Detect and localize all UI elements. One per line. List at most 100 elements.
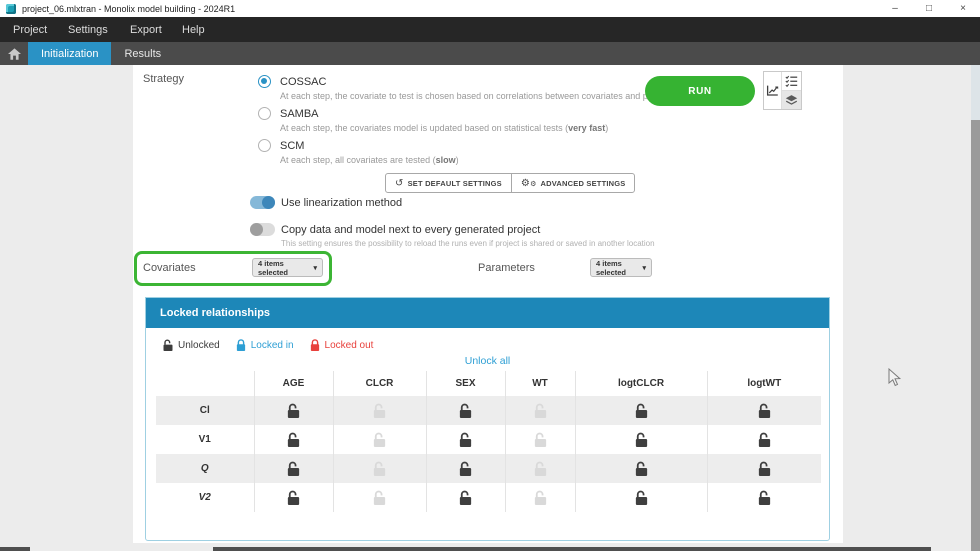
tab-bar: Initialization Results (0, 42, 980, 65)
layers-icon (785, 94, 798, 106)
unlocked-icon[interactable] (634, 431, 649, 448)
tab-results[interactable]: Results (111, 42, 174, 65)
vertical-scrollbar[interactable] (971, 65, 980, 551)
main-viewport: Strategy COSSAC At each step, the covari… (0, 65, 980, 551)
lock-cell[interactable] (575, 396, 707, 425)
layers-button[interactable] (782, 91, 801, 110)
unlocked-icon (372, 489, 387, 506)
unlocked-icon[interactable] (458, 460, 473, 477)
maximize-button[interactable]: □ (912, 0, 946, 17)
tab-initialization[interactable]: Initialization (28, 42, 111, 65)
run-button[interactable]: RUN (645, 76, 755, 106)
menu-project[interactable]: Project (13, 24, 68, 36)
copy-data-toggle[interactable] (250, 223, 275, 236)
unlocked-icon[interactable] (757, 460, 772, 477)
menu-help[interactable]: Help (182, 24, 222, 36)
menu-export[interactable]: Export (130, 24, 182, 36)
unlocked-icon[interactable] (458, 489, 473, 506)
content-card: Strategy COSSAC At each step, the covari… (133, 65, 843, 543)
linearization-toggle[interactable] (250, 196, 275, 209)
lock-cell[interactable] (426, 454, 505, 483)
unlocked-icon[interactable] (286, 431, 301, 448)
reset-icon: ↺ (395, 178, 404, 189)
lock-cell[interactable] (575, 454, 707, 483)
home-icon (8, 48, 21, 60)
covariates-dropdown[interactable]: 4 items selected ▾ (252, 258, 323, 277)
unlocked-icon[interactable] (286, 489, 301, 506)
unlocked-icon[interactable] (458, 402, 473, 419)
advanced-settings-button[interactable]: ⚙⚙ ADVANCED SETTINGS (511, 174, 635, 192)
close-button[interactable]: × (946, 0, 980, 17)
lock-cell[interactable] (426, 425, 505, 454)
mouse-cursor (888, 368, 902, 388)
locked-relationships-panel: Locked relationships Unlocked Locked in … (145, 297, 830, 541)
unlock-all-link[interactable]: Unlock all (146, 355, 829, 367)
column-header-logtwt: logtWT (707, 371, 821, 396)
menu-settings[interactable]: Settings (68, 24, 130, 36)
plot-export-button[interactable] (764, 72, 782, 109)
unlocked-icon[interactable] (757, 489, 772, 506)
table-row: Q (156, 454, 821, 483)
corner-cell (156, 371, 254, 396)
checklist-icon (785, 75, 798, 87)
background-window-edge (213, 547, 931, 551)
panel-title: Locked relationships (146, 298, 829, 328)
lock-cell (333, 454, 426, 483)
lock-cell[interactable] (254, 483, 333, 512)
unlocked-icon[interactable] (286, 402, 301, 419)
unlocked-icon (533, 402, 548, 419)
parameters-label: Parameters (478, 262, 535, 274)
lock-cell[interactable] (707, 483, 821, 512)
gears-icon: ⚙⚙ (521, 178, 537, 189)
row-label-q: Q (156, 454, 254, 483)
lock-cell (333, 483, 426, 512)
lock-cell[interactable] (575, 483, 707, 512)
unlocked-icon[interactable] (634, 460, 649, 477)
unlocked-icon[interactable] (286, 460, 301, 477)
caret-down-icon: ▾ (313, 264, 317, 272)
column-header-age: AGE (254, 371, 333, 396)
lock-cell[interactable] (426, 483, 505, 512)
column-header-sex: SEX (426, 371, 505, 396)
linearization-row: Use linearization method (250, 196, 402, 209)
unlocked-icon (533, 460, 548, 477)
unlocked-icon[interactable] (757, 431, 772, 448)
settings-button-group: ↺ SET DEFAULT SETTINGS ⚙⚙ ADVANCED SETTI… (385, 173, 635, 193)
legend-locked-in: Locked in (235, 338, 294, 352)
set-default-settings-button[interactable]: ↺ SET DEFAULT SETTINGS (386, 174, 511, 192)
parameters-dropdown[interactable]: 4 items selected ▾ (590, 258, 652, 277)
lock-cell[interactable] (707, 425, 821, 454)
lock-legend: Unlocked Locked in Locked out (162, 338, 829, 352)
unlocked-icon (372, 402, 387, 419)
unlocked-icon[interactable] (458, 431, 473, 448)
lock-cell[interactable] (254, 425, 333, 454)
strategy-option-samba[interactable]: SAMBA (258, 106, 758, 121)
lock-cell[interactable] (707, 396, 821, 425)
task-list-button[interactable] (782, 72, 801, 91)
legend-locked-out: Locked out (309, 338, 374, 352)
minimize-button[interactable]: – (878, 0, 912, 17)
lock-cell (505, 454, 575, 483)
locked-in-icon (235, 338, 247, 352)
lock-cell (333, 425, 426, 454)
lock-cell[interactable] (426, 396, 505, 425)
column-header-logtclcr: logtCLCR (575, 371, 707, 396)
strategy-option-scm[interactable]: SCM (258, 138, 758, 153)
unlocked-icon (533, 431, 548, 448)
home-tab[interactable] (0, 42, 28, 65)
app-icon (6, 4, 16, 14)
radio-samba[interactable] (258, 107, 271, 120)
lock-cell[interactable] (575, 425, 707, 454)
lock-cell[interactable] (254, 454, 333, 483)
unlocked-icon[interactable] (634, 489, 649, 506)
menu-bar: Project Settings Export Help (0, 17, 980, 42)
lock-cell[interactable] (707, 454, 821, 483)
radio-cossac[interactable] (258, 75, 271, 88)
unlocked-icon[interactable] (634, 402, 649, 419)
lock-cell[interactable] (254, 396, 333, 425)
scrollbar-thumb[interactable] (971, 120, 980, 551)
window-title: project_06.mlxtran - Monolix model build… (22, 4, 235, 14)
radio-scm[interactable] (258, 139, 271, 152)
unlocked-icon (533, 489, 548, 506)
unlocked-icon[interactable] (757, 402, 772, 419)
